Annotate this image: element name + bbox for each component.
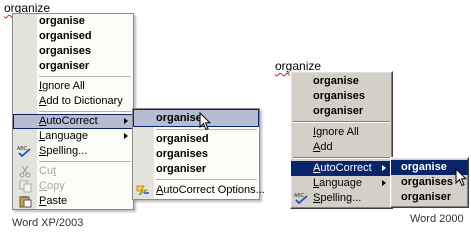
submenu-suggestion-item[interactable]: organised [133, 132, 259, 147]
language-item[interactable]: Language [13, 129, 133, 144]
suggestion-item[interactable]: organises [291, 89, 392, 104]
svg-text:ABC: ABC [17, 146, 28, 152]
submenu-suggestion-item[interactable]: organises [133, 147, 259, 162]
language-post: anguage [45, 130, 88, 142]
submenu-arrow-icon [124, 118, 128, 124]
autocorrect-item[interactable]: AutoCorrect [291, 161, 392, 176]
add-to-dictionary-item[interactable]: Add to Dictionary [13, 94, 133, 109]
cut-pre: Cu [39, 165, 54, 177]
submenu-suggestion-item[interactable]: organiser [133, 162, 259, 177]
suggestion-item[interactable]: organised [13, 29, 133, 44]
w2k-context-menu: organise organises organiser Ignore All … [290, 71, 393, 209]
clipboard-icon [17, 194, 33, 209]
cut-key: t [53, 165, 57, 177]
scissors-icon [17, 164, 33, 179]
xp-context-menu: organise organised organises organiser I… [12, 13, 134, 210]
ignore-all-item[interactable]: Ignore All [291, 125, 392, 140]
language-item[interactable]: Language [291, 176, 392, 191]
copy-post: opy [46, 180, 65, 192]
copy-key: C [39, 180, 47, 192]
suggestion-item[interactable]: organiser [291, 104, 392, 119]
autocorrect-options-post: utoCorrect Options... [163, 184, 265, 196]
cut-item[interactable]: Cut [13, 164, 133, 179]
spelling-check-icon: ABC [294, 191, 310, 206]
svg-text:ABC: ABC [294, 193, 305, 199]
caption-word-2000: Word 2000 [410, 213, 464, 225]
submenu-arrow-icon [382, 180, 386, 186]
autocorrect-lightning-icon [135, 182, 151, 197]
autocorrect-post: utoCorrect [320, 162, 372, 174]
ignore-all-item[interactable]: Ignore All [13, 79, 133, 94]
paste-item[interactable]: Paste [13, 194, 133, 209]
paste-post: aste [46, 195, 68, 207]
ignore-all-post: gnore All [42, 80, 85, 92]
ignore-all-post: gnore All [316, 126, 359, 138]
add-to-dictionary-post: dd to Dictionary [46, 95, 123, 107]
add-item[interactable]: Add [291, 140, 392, 155]
suggestion-item[interactable]: organiser [13, 59, 133, 74]
submenu-suggestion-item[interactable]: organiser [391, 190, 468, 205]
spelling-check-icon: ABC [17, 144, 33, 159]
caption-word-xp: Word XP/2003 [12, 217, 84, 229]
submenu-arrow-icon [124, 133, 128, 139]
spelling-item[interactable]: ABC Spelling... [13, 144, 133, 159]
suggestion-item[interactable]: organise [291, 74, 392, 89]
submenu-arrow-icon [382, 165, 386, 171]
xp-autocorrect-submenu: organise organised organises organiser A… [132, 108, 265, 200]
spelling-post: pelling... [320, 192, 362, 204]
spelling-item[interactable]: ABC Spelling... [291, 191, 392, 206]
submenu-suggestion-item[interactable]: organise [133, 109, 259, 127]
suggestion-item[interactable]: organises [13, 44, 133, 59]
suggestion-item[interactable]: organise [13, 14, 133, 29]
language-post: anguage [319, 177, 362, 189]
add-post: dd [320, 141, 333, 153]
spelling-post: pelling... [46, 145, 88, 157]
autocorrect-post: utoCorrect [46, 115, 98, 127]
autocorrect-options-item[interactable]: AutoCorrect Options... [133, 182, 265, 199]
copy-icon [17, 179, 33, 194]
autocorrect-item[interactable]: AutoCorrect [13, 114, 133, 129]
copy-item[interactable]: Copy [13, 179, 133, 194]
